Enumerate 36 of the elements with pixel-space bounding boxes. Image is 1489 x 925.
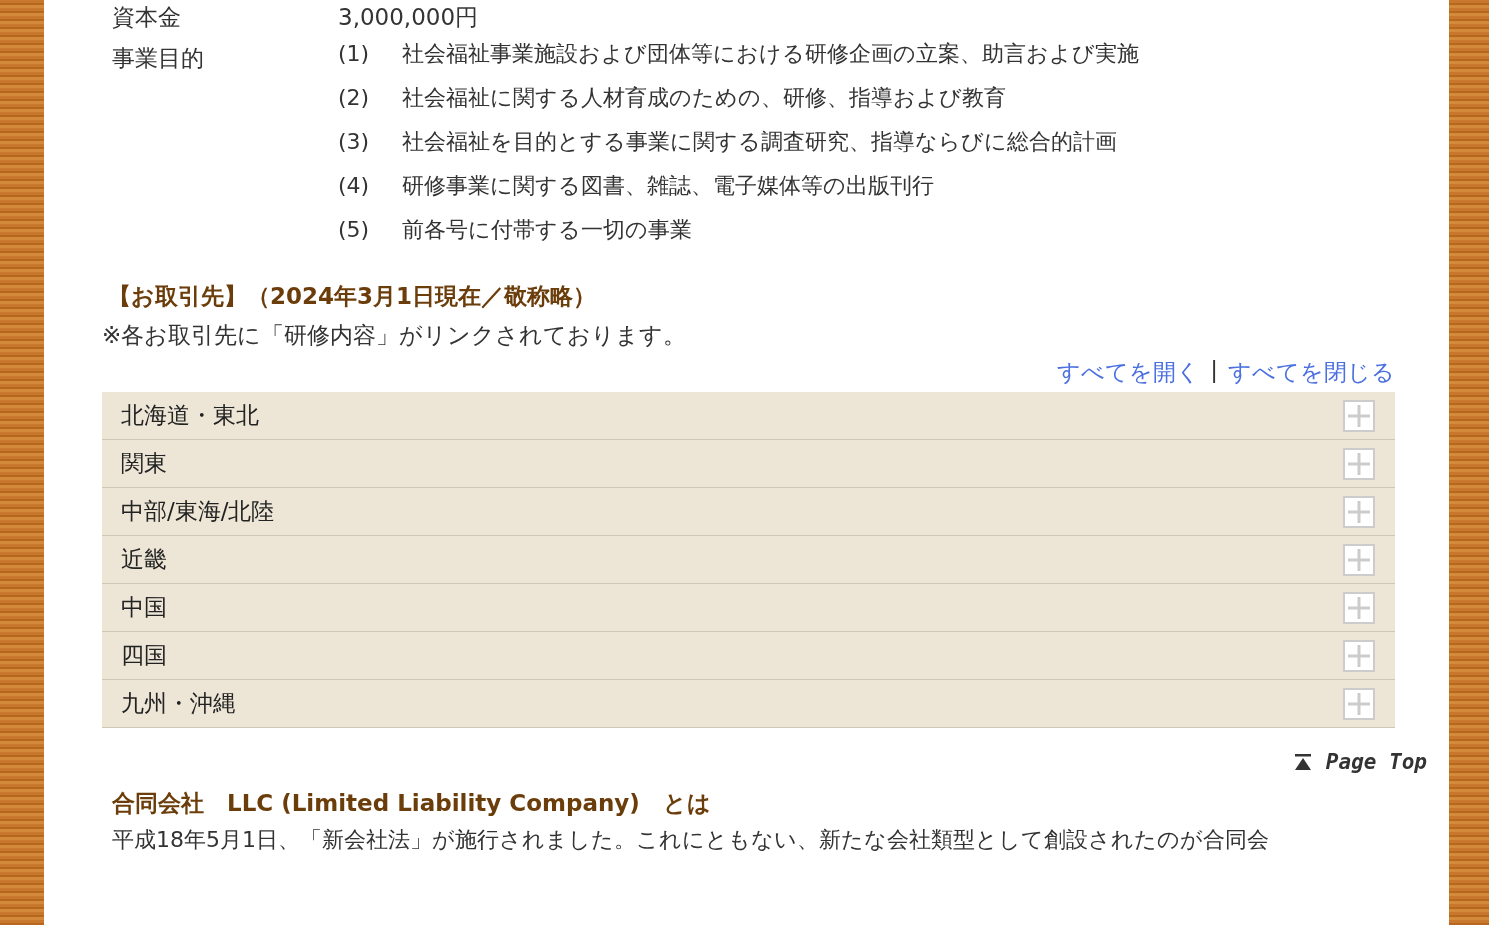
item-number: (1) [338,40,371,68]
expand-all-link[interactable]: すべてを開く [1057,357,1201,388]
accordion-row[interactable]: 九州・沖縄 [102,680,1395,728]
accordion-row[interactable]: 中国 [102,584,1395,632]
accordion-row[interactable]: 関東 [102,440,1395,488]
plus-icon [1343,399,1375,432]
item-number: (2) [338,84,371,112]
accordion-row[interactable]: 四国 [102,632,1395,680]
accordion-row[interactable]: 北海道・東北 [102,392,1395,440]
plus-icon [1343,447,1375,480]
section-heading: 合同会社 LLC (Limited Liability Company) とは [111,789,712,818]
plus-icon [1343,495,1375,528]
purpose-text: 社会福祉を目的とする事業に関する調査研究、指導ならびに総合的計画 [402,128,1117,156]
page-top-link[interactable]: Page Top [1293,750,1427,774]
plus-icon [1343,543,1375,576]
collapse-all-link[interactable]: すべてを閉じる [1228,357,1395,388]
note-text: ※各お取引先に「研修内容」がリンクされております。 [102,321,688,350]
item-number: (3) [338,128,371,156]
plus-icon [1343,687,1375,720]
purpose-text: 社会福祉事業施設および団体等における研修企画の立案、助言および実施 [402,40,1139,68]
paragraph: 平成18年5月1日、「新会社法」が施行されました。これにともない、新たな会社類型として創設されたのが合同会 [111,826,1270,854]
up-arrow-icon [1293,753,1312,771]
item-number: (4) [338,172,371,200]
purpose-text: 研修事業に関する図書、雑誌、電子媒体等の出版刊行 [402,172,934,200]
field-label: 事業目的 [111,44,205,73]
section-heading: 【お取引先】（2024年3月1日現在／敬称略） [107,282,598,311]
field-value: 3,000,000円 [338,3,480,32]
item-number: (5) [338,216,371,244]
separator: | [1210,357,1218,385]
plus-icon [1343,639,1375,672]
accordion-row[interactable]: 近畿 [102,536,1395,584]
purpose-text: 前各号に付帯する一切の事業 [402,216,692,244]
field-label: 資本金 [111,3,182,32]
plus-icon [1343,591,1375,624]
purpose-text: 社会福祉に関する人材育成のための、研修、指導および教育 [402,84,1006,112]
accordion-row[interactable]: 中部/東海/北陸 [102,488,1395,536]
